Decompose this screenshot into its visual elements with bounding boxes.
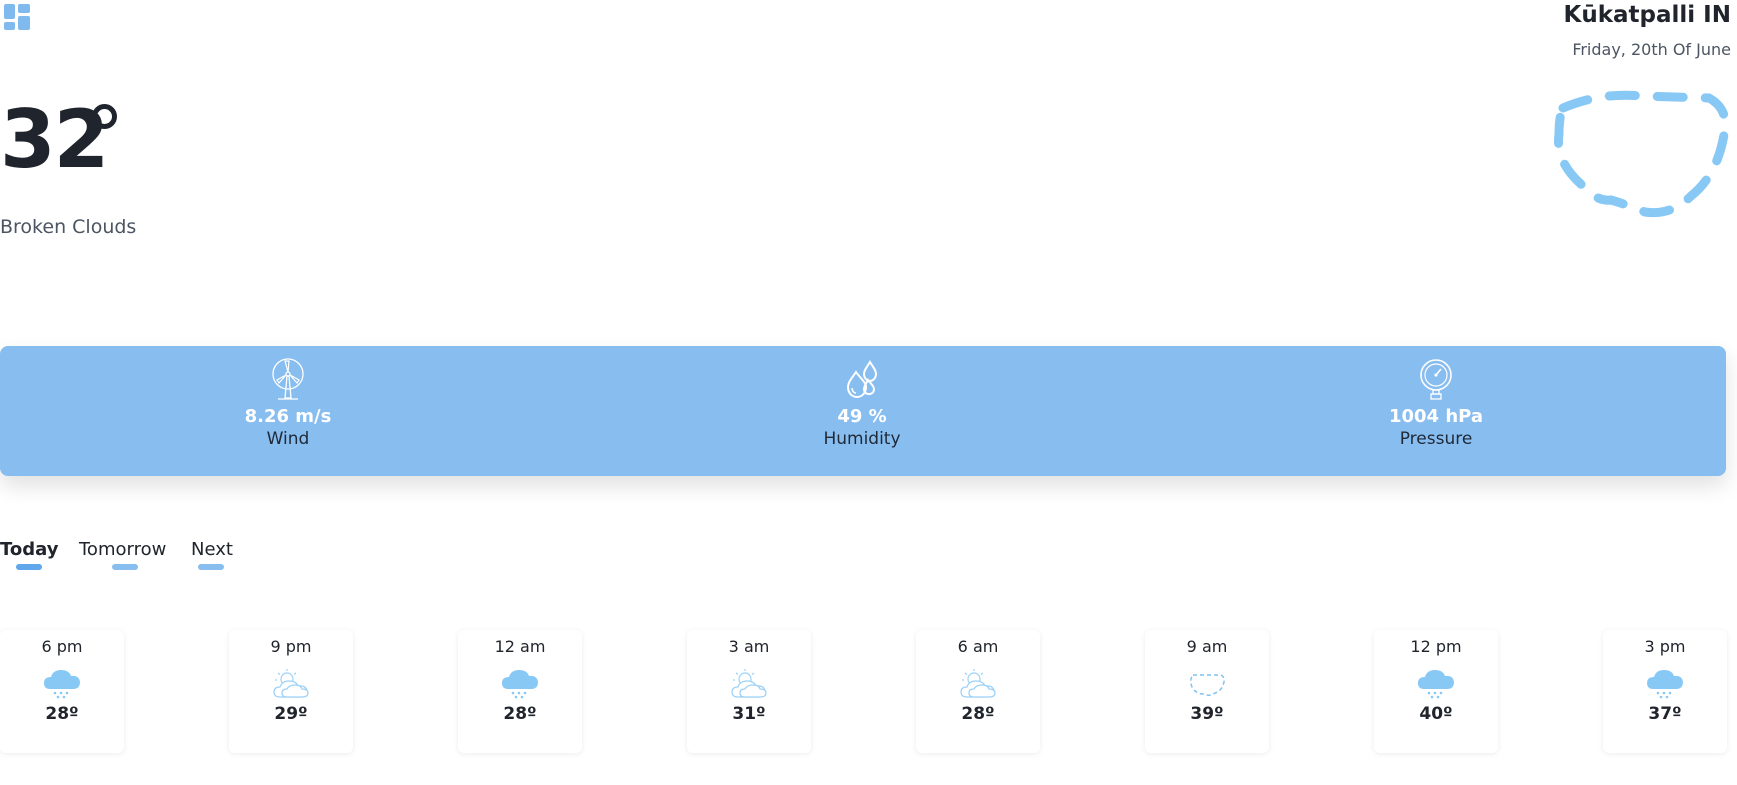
snow-cloud-icon [502,670,538,699]
forecast-temperature: 37º [1648,704,1682,724]
current-temperature: 32 [0,93,109,186]
forecast-card[interactable]: 12 am 28º [458,630,582,753]
sun-behind-clouds-icon [273,669,309,698]
sun-behind-clouds-icon [960,669,996,698]
forecast-time: 9 pm [270,637,312,656]
forecast-card[interactable]: 9 pm 29º [229,630,353,753]
dashboard-grid-icon[interactable] [4,4,30,30]
snow-cloud-icon [1647,670,1683,699]
forecast-card[interactable]: 12 pm 40º [1374,630,1498,753]
wind-label: Wind [266,429,310,449]
tab-today[interactable]: Today [0,539,58,560]
forecast-time: 3 pm [1644,637,1686,656]
forecast-time: 12 am [494,637,546,656]
location-block: Kūkatpalli IN Friday, 20th Of June [1371,0,1731,59]
forecast-temperature: 31º [732,704,766,724]
forecast-card[interactable]: 6 pm 28º [0,630,124,753]
tab-next[interactable]: Next [191,539,233,560]
snow-cloud-icon [44,670,80,699]
weather-stats-bar: 8.26 m/s Wind 49 % Humidity 1004 hPa Pre… [0,346,1726,476]
stat-humidity: 49 % Humidity [742,358,982,449]
stat-wind: 8.26 m/s Wind [168,358,408,449]
water-drops-icon [846,360,878,399]
forecast-card[interactable]: 3 pm 37º [1603,630,1727,753]
forecast-temperature: 28º [45,704,79,724]
tab-today-indicator [16,564,42,570]
wind-value: 8.26 m/s [244,406,332,427]
forecast-card[interactable]: 6 am 28º [916,630,1040,753]
pressure-value: 1004 hPa [1388,406,1484,427]
dashed-cloud-icon [1541,78,1731,238]
forecast-temperature: 28º [961,704,995,724]
sun-behind-clouds-icon [731,669,767,698]
forecast-time: 12 pm [1410,637,1462,656]
weather-description: Broken Clouds [0,216,137,238]
humidity-label: Humidity [823,429,901,449]
current-date: Friday, 20th Of June [1572,40,1731,59]
degree-symbol [92,104,117,129]
pressure-label: Pressure [1399,429,1473,449]
forecast-temperature: 28º [503,704,537,724]
forecast-temperature: 40º [1419,704,1453,724]
wind-turbine-icon [272,358,304,400]
forecast-temperature: 29º [274,704,308,724]
city-name: Kūkatpalli IN [1563,2,1731,28]
forecast-card[interactable]: 3 am 31º [687,630,811,753]
forecast-card[interactable]: 9 am 39º [1145,630,1269,753]
dashed-cloud-icon [1189,674,1225,697]
tab-tomorrow-indicator [112,564,138,570]
forecast-time: 6 am [957,637,999,656]
pressure-gauge-icon [1420,359,1452,400]
snow-cloud-icon [1418,670,1454,699]
forecast-time: 6 pm [41,637,83,656]
humidity-value: 49 % [837,406,887,427]
forecast-time: 3 am [728,637,770,656]
stat-pressure: 1004 hPa Pressure [1316,358,1556,449]
forecast-temperature: 39º [1190,704,1224,724]
tab-tomorrow[interactable]: Tomorrow [79,539,166,560]
tab-next-indicator [198,564,224,570]
forecast-time: 9 am [1186,637,1228,656]
